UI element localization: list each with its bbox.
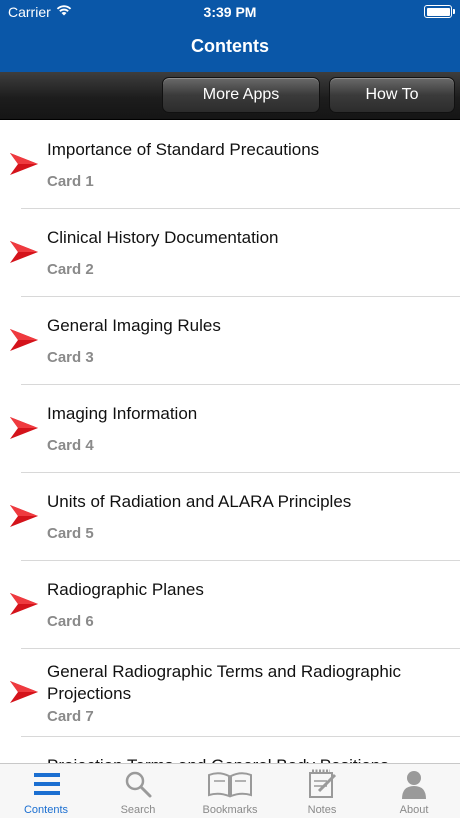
tab-label: Search — [120, 804, 156, 816]
list-item[interactable]: Imaging Information Card 4 — [0, 385, 460, 473]
book-icon — [208, 772, 252, 798]
battery-icon — [424, 5, 455, 18]
list-item-card: Card 7 — [47, 708, 94, 725]
red-arrow-icon — [10, 417, 38, 439]
contents-list: Importance of Standard Precautions Card … — [0, 121, 460, 763]
tab-contents[interactable]: Contents — [0, 764, 92, 818]
list-item-title: Importance of Standard Precautions — [47, 140, 320, 159]
tab-search[interactable]: Search — [92, 764, 184, 818]
red-arrow-icon — [10, 505, 38, 527]
how-to-button[interactable]: How To — [329, 77, 455, 113]
navigation-bar: Carrier 3:39 PM Contents — [0, 0, 460, 72]
red-arrow-icon — [10, 153, 38, 175]
red-arrow-icon — [10, 241, 38, 263]
list-item-card: Card 6 — [47, 613, 94, 630]
list-item-title: Units of Radiation and ALARA Principles — [47, 492, 352, 511]
red-arrow-icon — [10, 329, 38, 351]
toolbar: More Apps How To — [0, 72, 460, 120]
search-icon — [125, 771, 152, 798]
person-icon — [402, 771, 426, 799]
status-bar: Carrier 3:39 PM — [0, 0, 460, 24]
list-item[interactable]: General Imaging Rules Card 3 — [0, 297, 460, 385]
tab-label: About — [399, 804, 429, 816]
red-arrow-icon — [10, 681, 38, 703]
page-title: Contents — [191, 36, 269, 56]
tab-about[interactable]: About — [368, 764, 460, 818]
list-item-card: Card 4 — [47, 437, 94, 454]
list-item-title: Radiographic Planes — [47, 580, 204, 599]
list-icon — [34, 773, 60, 795]
list-item-title: General Imaging Rules — [47, 316, 221, 335]
list-item[interactable]: Units of Radiation and ALARA Principles … — [0, 473, 460, 561]
tab-label: Contents — [23, 804, 69, 816]
list-item[interactable]: Clinical History Documentation Card 2 — [0, 209, 460, 297]
tab-notes[interactable]: Notes — [276, 764, 368, 818]
more-apps-button[interactable]: More Apps — [162, 77, 320, 113]
tab-bar: Contents Search Bookmarks Notes About — [0, 763, 460, 818]
list-item[interactable]: General Radiographic Terms and Radiograp… — [0, 649, 460, 737]
list-item-title: General Radiographic Terms and Radiograp… — [47, 662, 402, 703]
list-item-title: Projection Terms and General Body Positi… — [47, 755, 447, 763]
list-item-card: Card 2 — [47, 261, 94, 278]
status-time: 3:39 PM — [203, 4, 257, 20]
list-item[interactable]: Radiographic Planes Card 6 — [0, 561, 460, 649]
notepad-icon — [309, 769, 337, 798]
tab-label: Bookmarks — [202, 804, 258, 816]
list-item-title: Clinical History Documentation — [47, 228, 279, 247]
list-item-card: Card 5 — [47, 525, 94, 542]
list-item-card: Card 1 — [47, 173, 94, 190]
list-item[interactable]: Importance of Standard Precautions Card … — [0, 121, 460, 209]
tab-bookmarks[interactable]: Bookmarks — [184, 764, 276, 818]
tab-label: Notes — [307, 804, 337, 816]
list-item[interactable]: Projection Terms and General Body Positi… — [0, 737, 460, 763]
list-item-title: Imaging Information — [47, 404, 198, 423]
list-item-card: Card 3 — [47, 349, 94, 366]
red-arrow-icon — [10, 593, 38, 615]
